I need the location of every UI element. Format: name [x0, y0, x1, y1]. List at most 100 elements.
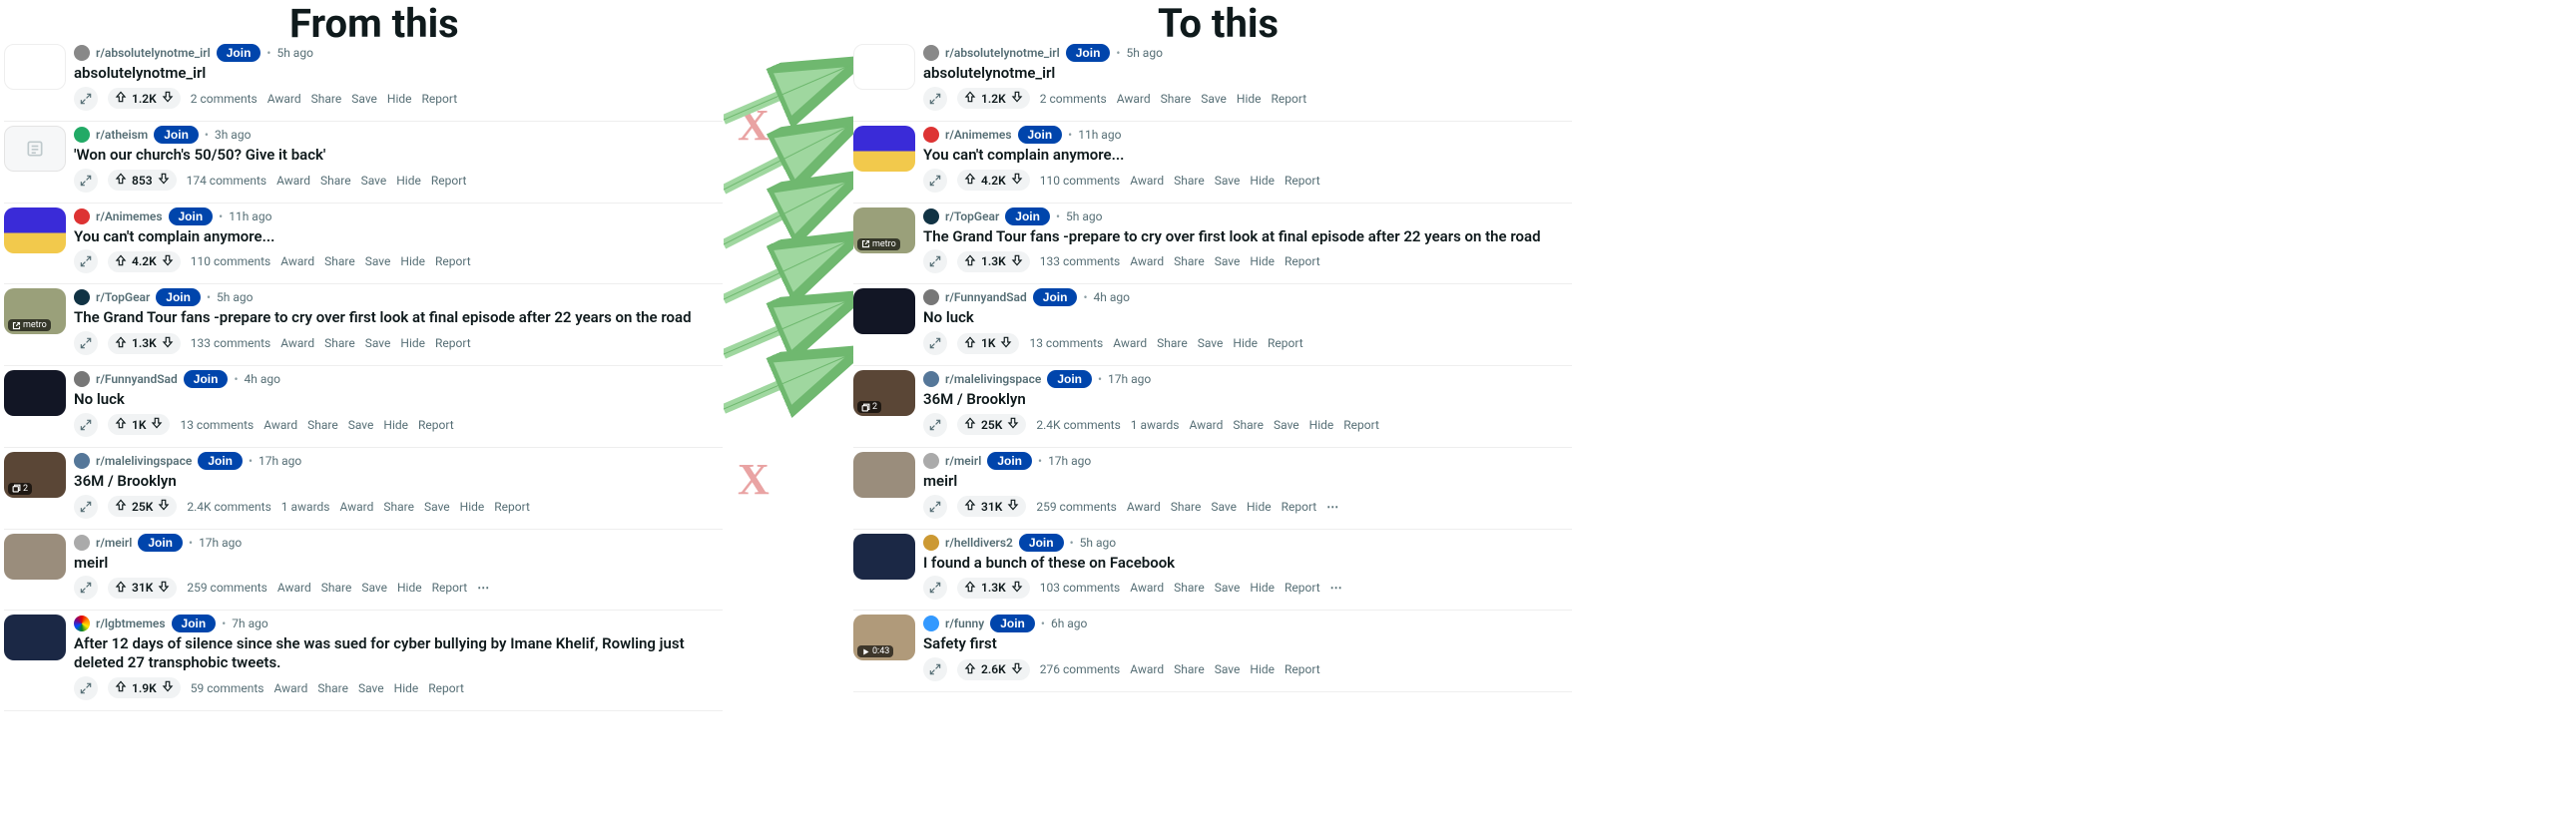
overflow-menu-button[interactable]: ⋯ — [1326, 500, 1339, 514]
post-title[interactable]: meirl — [923, 472, 1572, 491]
hide-button[interactable]: Hide — [397, 581, 422, 595]
expand-button[interactable] — [74, 331, 98, 355]
expand-button[interactable] — [923, 87, 947, 111]
downvote-button[interactable] — [150, 416, 164, 433]
hide-button[interactable]: Hide — [387, 92, 412, 106]
award-button[interactable]: Award — [1127, 500, 1161, 514]
comments-link[interactable]: 276 comments — [1040, 662, 1121, 676]
comments-link[interactable]: 2 comments — [1040, 92, 1107, 106]
award-button[interactable]: Award — [1130, 581, 1164, 595]
share-button[interactable]: Share — [317, 681, 348, 695]
post-thumbnail[interactable] — [853, 126, 915, 172]
report-button[interactable]: Report — [1343, 418, 1379, 432]
subreddit-link[interactable]: r/TopGear — [945, 209, 999, 223]
award-button[interactable]: Award — [1130, 662, 1164, 676]
share-button[interactable]: Share — [1233, 418, 1264, 432]
comments-link[interactable]: 13 comments — [180, 418, 254, 432]
downvote-button[interactable] — [161, 335, 175, 352]
share-button[interactable]: Share — [1174, 174, 1205, 188]
share-button[interactable]: Share — [1174, 254, 1205, 268]
share-button[interactable]: Share — [311, 92, 342, 106]
post-title[interactable]: No luck — [74, 390, 723, 409]
award-button[interactable]: Award — [1113, 336, 1147, 350]
hide-button[interactable]: Hide — [400, 336, 425, 350]
downvote-button[interactable] — [1006, 416, 1020, 433]
report-button[interactable]: Report — [1285, 174, 1320, 188]
save-button[interactable]: Save — [424, 500, 450, 514]
expand-button[interactable] — [74, 676, 98, 700]
save-button[interactable]: Save — [1215, 254, 1241, 268]
post-thumbnail[interactable] — [853, 452, 915, 498]
hide-button[interactable]: Hide — [1250, 581, 1275, 595]
comments-link[interactable]: 133 comments — [191, 336, 271, 350]
report-button[interactable]: Report — [432, 581, 468, 595]
post-thumbnail[interactable] — [4, 370, 66, 416]
downvote-button[interactable] — [1006, 498, 1020, 515]
report-button[interactable]: Report — [435, 336, 471, 350]
hide-button[interactable]: Hide — [460, 500, 485, 514]
awards-count[interactable]: 1 awards — [281, 500, 330, 514]
share-button[interactable]: Share — [1157, 336, 1188, 350]
upvote-button[interactable] — [114, 416, 128, 433]
join-button[interactable]: Join — [138, 534, 183, 552]
post-title[interactable]: 'Won our church's 50/50? Give it back' — [74, 146, 723, 165]
expand-button[interactable] — [74, 576, 98, 600]
upvote-button[interactable] — [963, 416, 977, 433]
share-button[interactable]: Share — [1161, 92, 1192, 106]
join-button[interactable]: Join — [217, 44, 261, 62]
upvote-button[interactable] — [963, 172, 977, 189]
award-button[interactable]: Award — [280, 336, 314, 350]
post-title[interactable]: The Grand Tour fans -prepare to cry over… — [923, 227, 1572, 246]
join-button[interactable]: Join — [1019, 534, 1064, 552]
save-button[interactable]: Save — [1211, 500, 1237, 514]
hide-button[interactable]: Hide — [1247, 500, 1272, 514]
subreddit-link[interactable]: r/malelivingspace — [945, 372, 1041, 386]
downvote-button[interactable] — [161, 90, 175, 107]
post-thumbnail[interactable]: 2 — [853, 370, 915, 416]
share-button[interactable]: Share — [1174, 581, 1205, 595]
subreddit-icon[interactable] — [74, 208, 90, 224]
join-button[interactable]: Join — [1005, 207, 1050, 225]
post-thumbnail[interactable] — [4, 44, 66, 90]
award-button[interactable]: Award — [263, 418, 297, 432]
overflow-menu-button[interactable]: ⋯ — [1330, 581, 1343, 595]
upvote-button[interactable] — [114, 90, 128, 107]
post-title[interactable]: No luck — [923, 308, 1572, 327]
report-button[interactable]: Report — [1285, 254, 1320, 268]
save-button[interactable]: Save — [1215, 662, 1241, 676]
post-title[interactable]: meirl — [74, 554, 723, 573]
post-thumbnail[interactable] — [4, 534, 66, 580]
save-button[interactable]: Save — [361, 581, 387, 595]
join-button[interactable]: Join — [156, 288, 201, 306]
expand-button[interactable] — [923, 331, 947, 355]
downvote-button[interactable] — [1010, 661, 1024, 678]
share-button[interactable]: Share — [307, 418, 338, 432]
downvote-button[interactable] — [157, 580, 171, 597]
downvote-button[interactable] — [1010, 172, 1024, 189]
upvote-button[interactable] — [963, 580, 977, 597]
post-title[interactable]: You can't complain anymore... — [923, 146, 1572, 165]
report-button[interactable]: Report — [435, 254, 471, 268]
save-button[interactable]: Save — [1201, 92, 1227, 106]
hide-button[interactable]: Hide — [1233, 336, 1258, 350]
post-title[interactable]: I found a bunch of these on Facebook — [923, 554, 1572, 573]
save-button[interactable]: Save — [361, 174, 387, 188]
comments-link[interactable]: 103 comments — [1040, 581, 1121, 595]
upvote-button[interactable] — [114, 172, 128, 189]
upvote-button[interactable] — [963, 90, 977, 107]
expand-button[interactable] — [923, 657, 947, 681]
join-button[interactable]: Join — [198, 452, 243, 470]
expand-button[interactable] — [923, 249, 947, 273]
awards-count[interactable]: 1 awards — [1131, 418, 1180, 432]
report-button[interactable]: Report — [418, 418, 454, 432]
post-title[interactable]: You can't complain anymore... — [74, 227, 723, 246]
comments-link[interactable]: 259 comments — [1036, 500, 1117, 514]
join-button[interactable]: Join — [990, 615, 1035, 632]
subreddit-link[interactable]: r/malelivingspace — [96, 454, 192, 468]
comments-link[interactable]: 59 comments — [191, 681, 264, 695]
expand-button[interactable] — [923, 413, 947, 437]
subreddit-icon[interactable] — [74, 45, 90, 61]
join-button[interactable]: Join — [987, 452, 1032, 470]
share-button[interactable]: Share — [320, 174, 351, 188]
save-button[interactable]: Save — [348, 418, 374, 432]
